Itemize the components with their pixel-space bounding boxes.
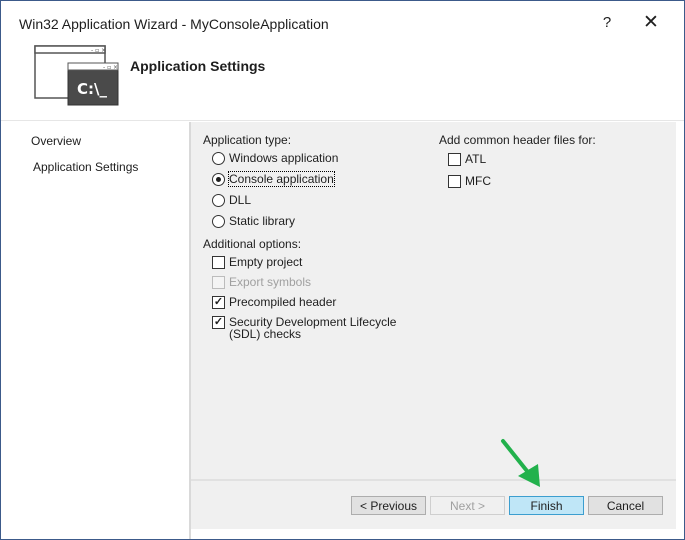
checkbox[interactable] xyxy=(448,175,461,188)
checkbox-label: ATL xyxy=(465,152,487,166)
radio-label: DLL xyxy=(229,193,252,207)
wizard-window: Win32 Application Wizard - MyConsoleAppl… xyxy=(0,0,685,540)
help-button[interactable]: ? xyxy=(599,14,615,34)
checkbox-label: Empty project xyxy=(229,255,303,269)
title-bar: Win32 Application Wizard - MyConsoleAppl… xyxy=(1,1,684,47)
radio-button[interactable] xyxy=(212,215,225,228)
radio-label: Console application xyxy=(228,171,335,187)
settings-panel: Application type: Windows application Co… xyxy=(191,122,676,479)
header-divider xyxy=(1,120,684,121)
radio-button[interactable] xyxy=(212,194,225,207)
next-button[interactable]: Next > xyxy=(430,496,505,515)
checkbox-checked[interactable]: ✓ xyxy=(212,296,225,309)
previous-button[interactable]: < Previous xyxy=(351,496,426,515)
annotation-arrow-icon xyxy=(501,439,540,487)
radio-label: Static library xyxy=(229,214,296,228)
nav-item-overview[interactable]: Overview xyxy=(31,134,81,148)
radio-button[interactable] xyxy=(212,152,225,165)
close-button[interactable]: ✕ xyxy=(641,12,661,34)
checkbox-disabled xyxy=(212,276,225,289)
finish-button[interactable]: Finish xyxy=(509,496,584,515)
checkbox[interactable] xyxy=(212,256,225,269)
checkbox-checked[interactable]: ✓ xyxy=(212,316,225,329)
checkbox[interactable] xyxy=(448,153,461,166)
svg-text:- ▫ ×: - ▫ × xyxy=(103,64,118,71)
page-title: Application Settings xyxy=(130,58,266,74)
cancel-button[interactable]: Cancel xyxy=(588,496,663,515)
radio-label: Windows application xyxy=(229,151,339,165)
radio-button-selected[interactable] xyxy=(212,173,225,186)
header-files-label: Add common header files for: xyxy=(439,133,596,147)
console-app-icon: - ▫ × - ▫ × C:\_ xyxy=(34,45,120,107)
checkbox-label: Precompiled header xyxy=(229,295,337,309)
checkbox-label: Security Development Lifecycle (SDL) che… xyxy=(229,315,397,341)
application-type-label: Application type: xyxy=(203,133,292,147)
window-title: Win32 Application Wizard - MyConsoleAppl… xyxy=(19,16,329,32)
additional-options-label: Additional options: xyxy=(203,237,302,251)
checkbox-label: MFC xyxy=(465,174,491,188)
console-icon-text: C:\_ xyxy=(77,80,107,98)
checkbox-label: Export symbols xyxy=(229,275,312,289)
svg-text:- ▫ ×: - ▫ × xyxy=(91,47,106,54)
nav-item-application-settings[interactable]: Application Settings xyxy=(33,160,138,174)
